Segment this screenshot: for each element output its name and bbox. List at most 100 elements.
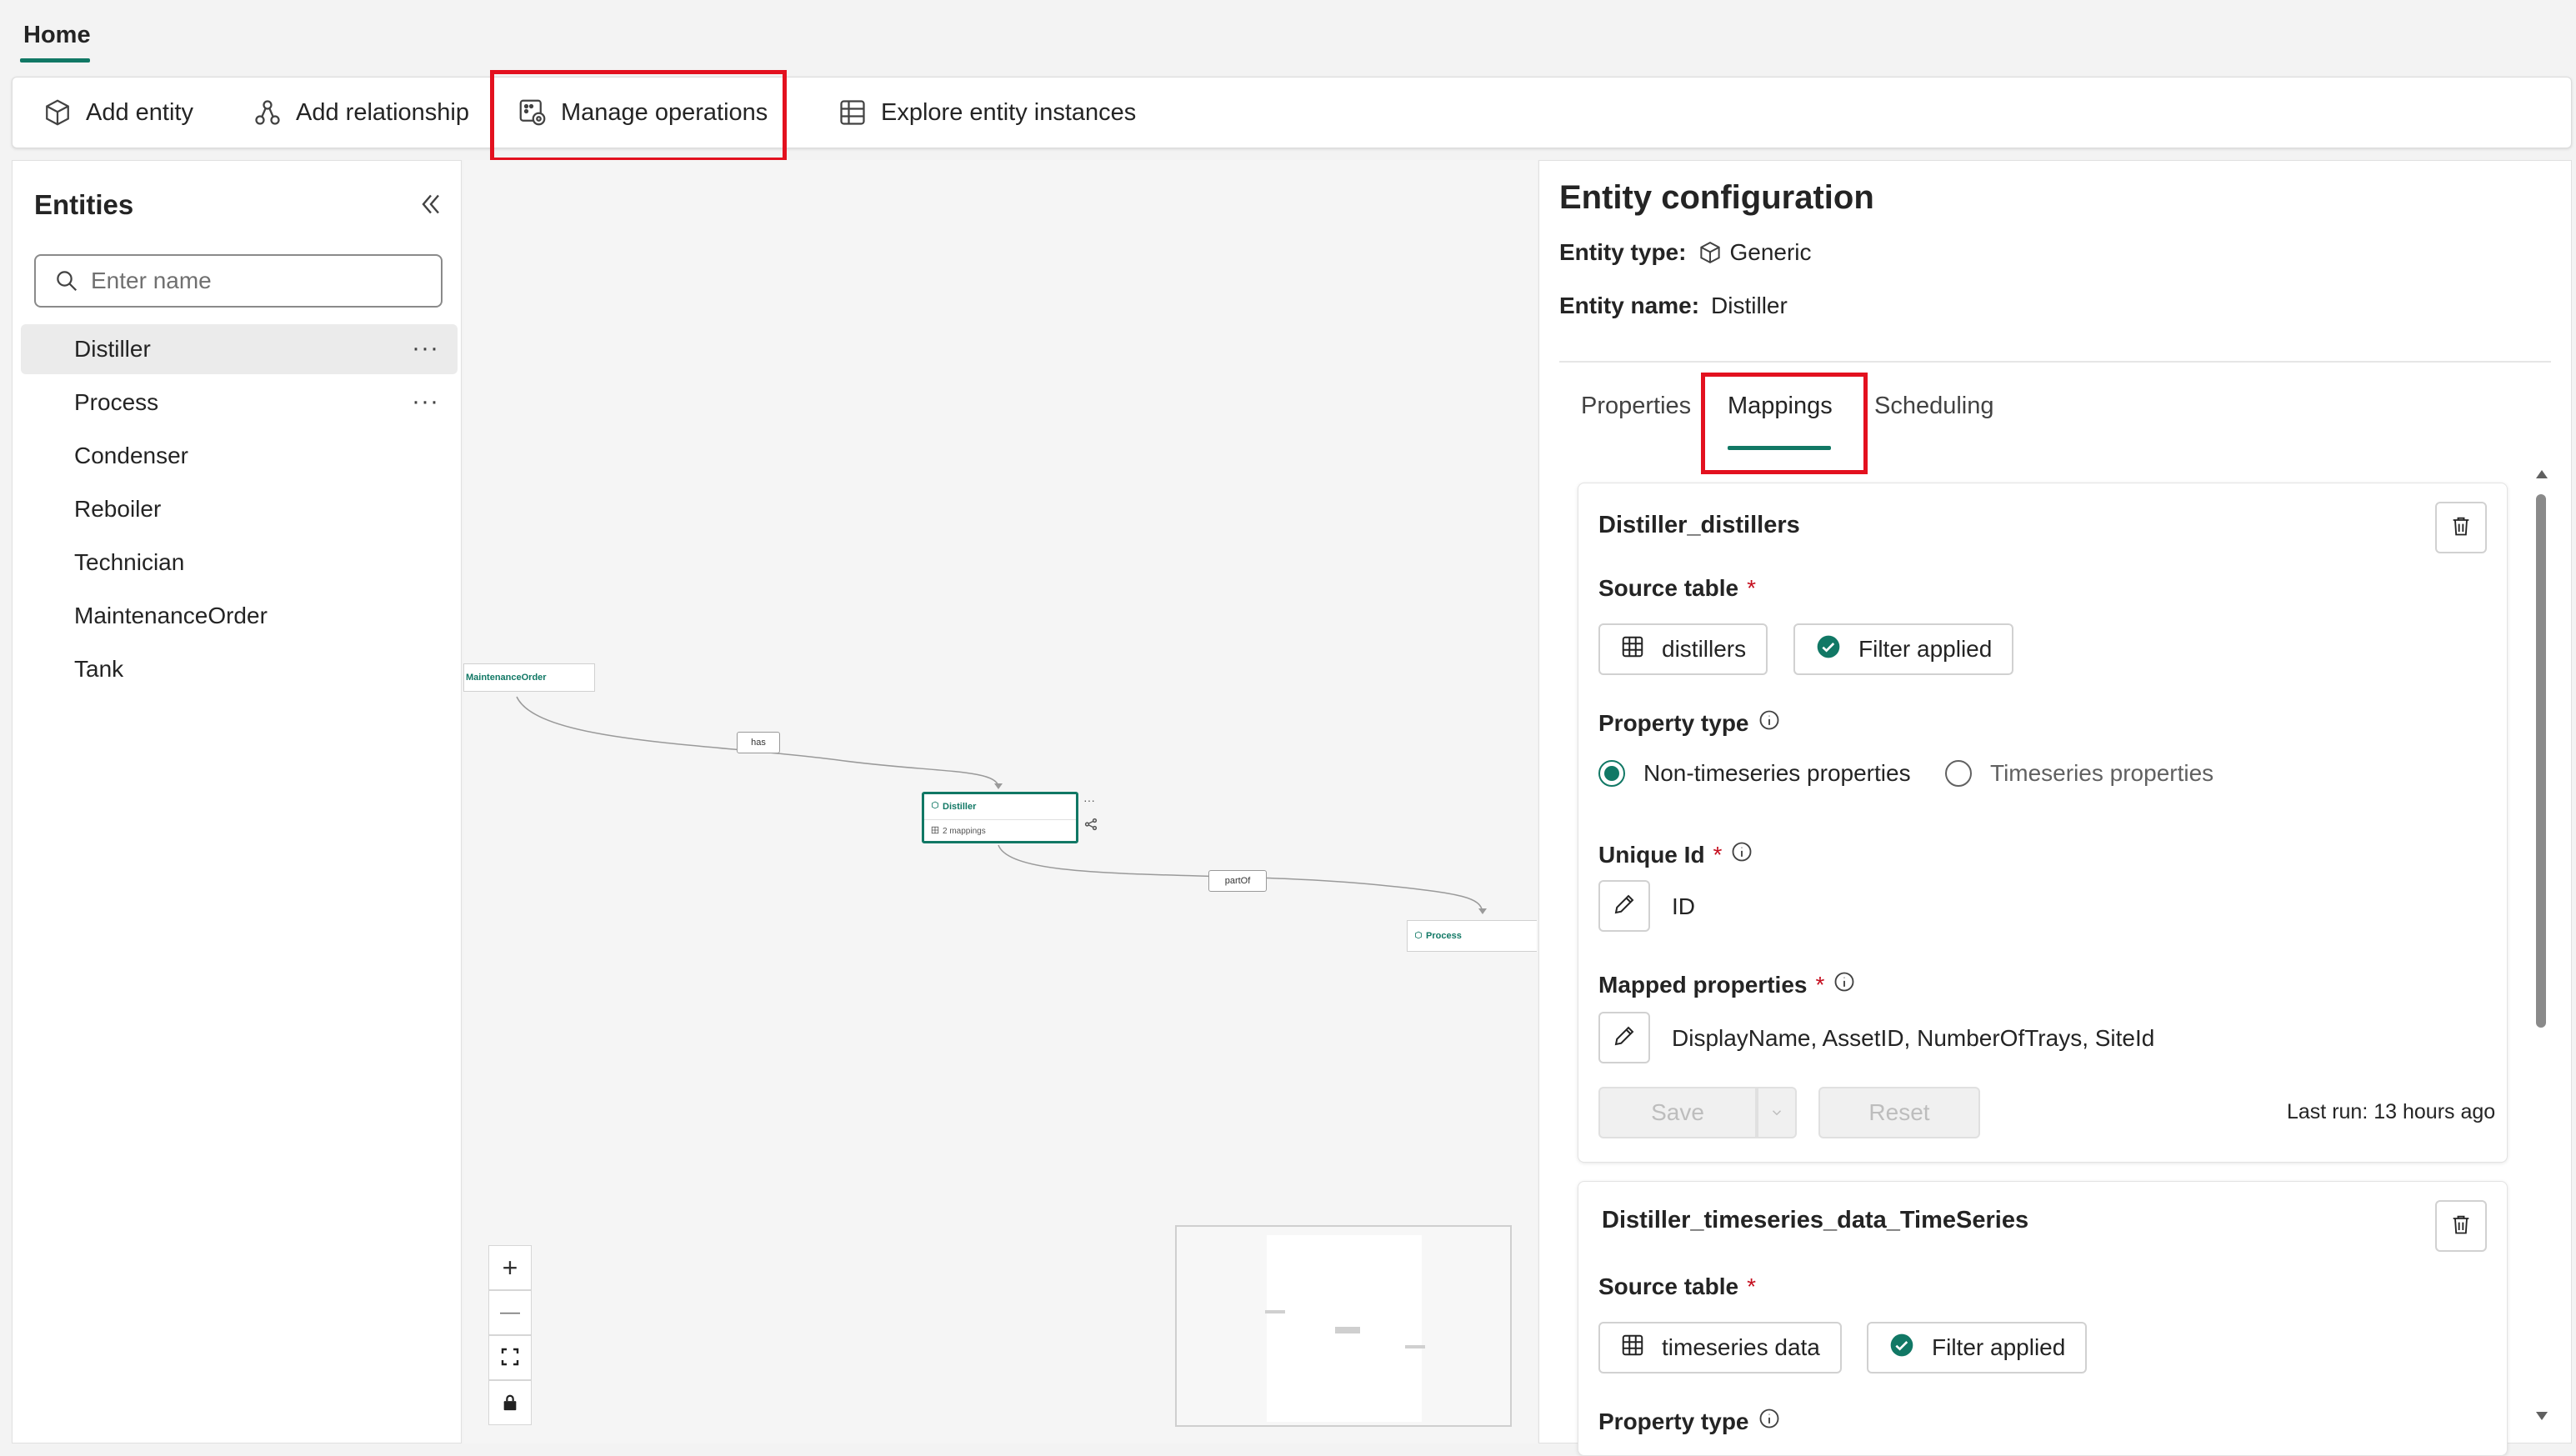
save-dropdown-button[interactable] bbox=[1757, 1087, 1797, 1138]
property-type-label: Property type bbox=[1598, 1407, 1781, 1436]
add-entity-button[interactable]: Add entity bbox=[43, 78, 193, 148]
delete-mapping-button[interactable] bbox=[2435, 502, 2487, 553]
tab-home[interactable]: Home bbox=[23, 22, 91, 49]
edge-label-has[interactable]: has bbox=[737, 732, 780, 753]
entity-search-input[interactable]: Enter name bbox=[34, 254, 443, 308]
fit-view-button[interactable] bbox=[488, 1335, 532, 1380]
list-item-tank[interactable]: Tank bbox=[21, 644, 458, 694]
scrollbar-thumb[interactable] bbox=[2536, 494, 2546, 1028]
mapped-properties-value: DisplayName, AssetID, NumberOfTrays, Sit… bbox=[1672, 1025, 2155, 1051]
list-item-maintenanceorder[interactable]: MaintenanceOrder bbox=[21, 591, 458, 641]
node-label: Process bbox=[1426, 931, 1462, 941]
highlight-mappings-tab bbox=[1701, 373, 1868, 474]
lock-button[interactable] bbox=[488, 1380, 532, 1425]
entity-configuration-panel: Entity configuration Entity type: Generi… bbox=[1538, 160, 2572, 1456]
node-process[interactable]: Process bbox=[1407, 920, 1537, 952]
property-type-label: Property type bbox=[1598, 708, 1781, 738]
node-mappings-count: 2 mappings bbox=[943, 827, 986, 836]
table-icon bbox=[1620, 1333, 1645, 1363]
save-button[interactable]: Save bbox=[1598, 1087, 1757, 1138]
add-relationship-label: Add relationship bbox=[296, 98, 469, 126]
more-options-icon[interactable]: ··· bbox=[412, 336, 439, 361]
filter-applied-chip[interactable]: Filter applied bbox=[1793, 623, 2014, 675]
info-icon[interactable] bbox=[1730, 840, 1753, 869]
required-mark: * bbox=[1713, 841, 1723, 868]
filter-applied-chip[interactable]: Filter applied bbox=[1867, 1322, 2088, 1373]
list-item-label: Tank bbox=[74, 656, 124, 682]
entities-panel: Entities Enter name Distiller ··· Proces… bbox=[12, 160, 462, 1443]
source-table-text: Source table bbox=[1598, 1273, 1739, 1299]
cube-icon bbox=[931, 801, 939, 812]
list-item-reboiler[interactable]: Reboiler bbox=[21, 484, 458, 534]
add-relationship-button[interactable]: Add relationship bbox=[253, 78, 469, 148]
list-item-label: Technician bbox=[74, 549, 185, 575]
cube-icon bbox=[43, 98, 73, 128]
minimap-node bbox=[1265, 1310, 1285, 1313]
node-maintenanceorder[interactable]: MaintenanceOrder bbox=[463, 663, 595, 692]
entities-title: Entities bbox=[34, 189, 134, 220]
trash-icon bbox=[2449, 514, 2473, 542]
required-mark: * bbox=[1747, 1273, 1756, 1299]
list-item-label: Reboiler bbox=[74, 496, 162, 522]
property-type-text: Property type bbox=[1598, 709, 1749, 736]
info-icon[interactable] bbox=[1833, 970, 1856, 999]
panel-title: Entity configuration bbox=[1559, 179, 1874, 216]
node-share-icon[interactable] bbox=[1083, 817, 1098, 836]
required-mark: * bbox=[1747, 575, 1756, 601]
delete-mapping-button[interactable] bbox=[2435, 1200, 2487, 1252]
list-item-process[interactable]: Process ··· bbox=[21, 378, 458, 428]
mapped-properties-label: Mapped properties * bbox=[1598, 970, 1856, 999]
zoom-in-button[interactable]: + bbox=[488, 1245, 532, 1290]
node-distiller[interactable]: Distiller 2 mappings bbox=[922, 792, 1078, 843]
cube-icon bbox=[1698, 240, 1723, 265]
last-run-text: Last run: 13 hours ago bbox=[2287, 1100, 2496, 1123]
info-icon[interactable] bbox=[1758, 1407, 1781, 1436]
radio-label: Timeseries properties bbox=[1990, 760, 2214, 786]
filter-label: Filter applied bbox=[1858, 636, 1993, 662]
list-item-distiller[interactable]: Distiller ··· bbox=[21, 324, 458, 374]
entity-type-value: Generic bbox=[1729, 239, 1812, 265]
entity-name-value: Distiller bbox=[1711, 293, 1788, 318]
info-icon[interactable] bbox=[1758, 708, 1781, 738]
edit-unique-id-button[interactable] bbox=[1598, 880, 1650, 932]
zoom-out-button[interactable]: — bbox=[488, 1290, 532, 1335]
lock-icon bbox=[501, 1388, 519, 1418]
scroll-down-arrow[interactable] bbox=[2534, 1409, 2549, 1427]
source-table-value: distillers bbox=[1662, 636, 1747, 662]
reset-button[interactable]: Reset bbox=[1818, 1087, 1980, 1138]
check-circle-icon bbox=[1815, 633, 1842, 666]
radio-non-timeseries[interactable]: Non-timeseries properties bbox=[1598, 760, 1911, 787]
explore-entity-instances-button[interactable]: Explore entity instances bbox=[838, 78, 1136, 148]
minimap-node bbox=[1405, 1345, 1425, 1348]
tab-scheduling[interactable]: Scheduling bbox=[1874, 393, 1994, 420]
source-table-chip[interactable]: distillers bbox=[1598, 623, 1768, 675]
node-more-icon[interactable]: ··· bbox=[1083, 793, 1095, 807]
trash-icon bbox=[2449, 1213, 2473, 1240]
minimap-node bbox=[1335, 1327, 1360, 1333]
unique-id-value: ID bbox=[1672, 893, 1695, 919]
unique-id-label: Unique Id * bbox=[1598, 840, 1753, 869]
graph-canvas[interactable]: MaintenanceOrder has Distiller 2 mapping… bbox=[463, 160, 1537, 1443]
edit-mapped-properties-button[interactable] bbox=[1598, 1012, 1650, 1063]
mapping-title: Distiller_distillers bbox=[1598, 512, 1800, 538]
tab-properties[interactable]: Properties bbox=[1581, 393, 1691, 420]
search-placeholder: Enter name bbox=[91, 268, 212, 293]
mapped-properties-text: Mapped properties bbox=[1598, 971, 1808, 998]
edge-label-partof[interactable]: partOf bbox=[1208, 870, 1267, 892]
list-item-condenser[interactable]: Condenser bbox=[21, 431, 458, 481]
required-mark: * bbox=[1815, 971, 1825, 998]
entity-name-row: Entity name: Distiller bbox=[1559, 293, 1788, 319]
toolbar: Add entity Add relationship Manage opera… bbox=[12, 77, 2572, 148]
collapse-panel-icon[interactable] bbox=[416, 189, 446, 219]
more-options-icon[interactable]: ··· bbox=[412, 389, 439, 414]
source-table-label: Source table * bbox=[1598, 1273, 1756, 1300]
scroll-up-arrow[interactable] bbox=[2534, 468, 2549, 485]
search-icon bbox=[54, 268, 79, 293]
minimap[interactable] bbox=[1175, 1225, 1512, 1427]
pencil-icon bbox=[1612, 1023, 1637, 1053]
mapping-title: Distiller_timeseries_data_TimeSeries bbox=[1602, 1207, 2029, 1233]
list-item-technician[interactable]: Technician bbox=[21, 538, 458, 588]
radio-timeseries[interactable]: Timeseries properties bbox=[1945, 760, 2213, 787]
source-table-chip[interactable]: timeseries data bbox=[1598, 1322, 1842, 1373]
radio-selected-icon bbox=[1598, 760, 1625, 787]
